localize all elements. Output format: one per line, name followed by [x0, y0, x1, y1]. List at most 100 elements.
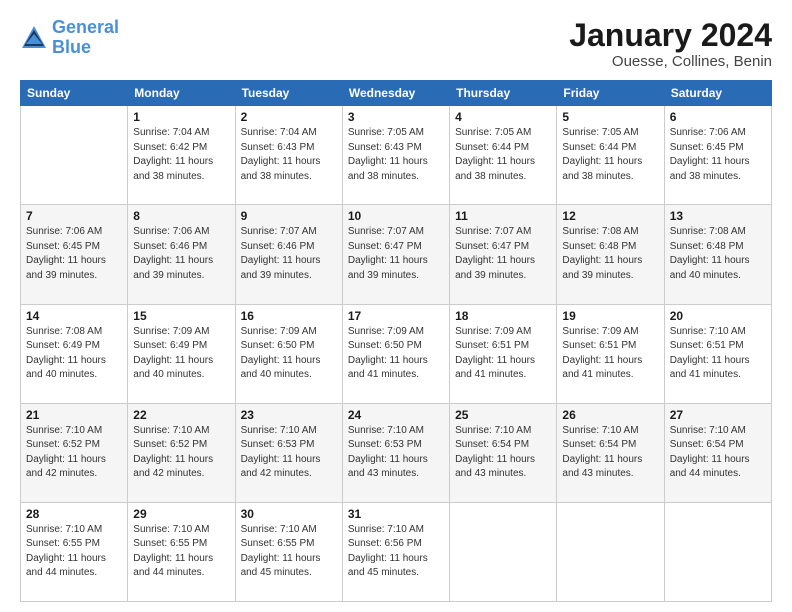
page-title: January 2024 — [569, 18, 772, 53]
sunrise-text: Sunrise: 7:09 AM — [562, 326, 638, 337]
sunset-text: Sunset: 6:55 PM — [133, 538, 207, 549]
sunset-text: Sunset: 6:50 PM — [241, 340, 315, 351]
day-number: 25 — [455, 408, 551, 422]
day-number: 24 — [348, 408, 444, 422]
sunrise-text: Sunrise: 7:10 AM — [348, 425, 424, 436]
sunrise-text: Sunrise: 7:06 AM — [26, 226, 102, 237]
daylight-text: Daylight: 11 hours and 38 minutes. — [348, 156, 428, 182]
daylight-text: Daylight: 11 hours and 39 minutes. — [455, 255, 535, 281]
daylight-text: Daylight: 11 hours and 39 minutes. — [26, 255, 106, 281]
sunrise-text: Sunrise: 7:04 AM — [133, 127, 209, 138]
sunset-text: Sunset: 6:43 PM — [241, 142, 315, 153]
sunrise-text: Sunrise: 7:10 AM — [133, 524, 209, 535]
sunrise-text: Sunrise: 7:09 AM — [241, 326, 317, 337]
calendar-table: Sunday Monday Tuesday Wednesday Thursday… — [20, 80, 772, 602]
daylight-text: Daylight: 11 hours and 40 minutes. — [241, 355, 321, 381]
sunset-text: Sunset: 6:54 PM — [670, 439, 744, 450]
daylight-text: Daylight: 11 hours and 44 minutes. — [670, 454, 750, 480]
sunrise-text: Sunrise: 7:05 AM — [348, 127, 424, 138]
table-row: 19 Sunrise: 7:09 AM Sunset: 6:51 PM Dayl… — [557, 304, 664, 403]
sunrise-text: Sunrise: 7:10 AM — [26, 524, 102, 535]
table-row: 18 Sunrise: 7:09 AM Sunset: 6:51 PM Dayl… — [450, 304, 557, 403]
day-number: 11 — [455, 209, 551, 223]
sunset-text: Sunset: 6:49 PM — [26, 340, 100, 351]
sunrise-text: Sunrise: 7:08 AM — [562, 226, 638, 237]
sunrise-text: Sunrise: 7:06 AM — [670, 127, 746, 138]
sunrise-text: Sunrise: 7:09 AM — [348, 326, 424, 337]
day-number: 8 — [133, 209, 229, 223]
daylight-text: Daylight: 11 hours and 45 minutes. — [348, 553, 428, 579]
sunset-text: Sunset: 6:47 PM — [348, 241, 422, 252]
day-number: 3 — [348, 110, 444, 124]
day-number: 28 — [26, 507, 122, 521]
table-row: 7 Sunrise: 7:06 AM Sunset: 6:45 PM Dayli… — [21, 205, 128, 304]
sunrise-text: Sunrise: 7:05 AM — [562, 127, 638, 138]
day-detail: Sunrise: 7:07 AM Sunset: 6:46 PM Dayligh… — [241, 225, 337, 283]
daylight-text: Daylight: 11 hours and 43 minutes. — [455, 454, 535, 480]
daylight-text: Daylight: 11 hours and 39 minutes. — [348, 255, 428, 281]
day-detail: Sunrise: 7:10 AM Sunset: 6:52 PM Dayligh… — [133, 424, 229, 482]
day-number: 27 — [670, 408, 766, 422]
logo-icon — [20, 24, 48, 52]
day-detail: Sunrise: 7:10 AM Sunset: 6:53 PM Dayligh… — [348, 424, 444, 482]
day-detail: Sunrise: 7:09 AM Sunset: 6:50 PM Dayligh… — [348, 325, 444, 383]
sunrise-text: Sunrise: 7:10 AM — [670, 326, 746, 337]
table-row: 8 Sunrise: 7:06 AM Sunset: 6:46 PM Dayli… — [128, 205, 235, 304]
daylight-text: Daylight: 11 hours and 45 minutes. — [241, 553, 321, 579]
sunset-text: Sunset: 6:48 PM — [562, 241, 636, 252]
sunset-text: Sunset: 6:55 PM — [241, 538, 315, 549]
daylight-text: Daylight: 11 hours and 42 minutes. — [26, 454, 106, 480]
table-row: 4 Sunrise: 7:05 AM Sunset: 6:44 PM Dayli… — [450, 106, 557, 205]
daylight-text: Daylight: 11 hours and 38 minutes. — [455, 156, 535, 182]
sunrise-text: Sunrise: 7:05 AM — [455, 127, 531, 138]
table-row: 2 Sunrise: 7:04 AM Sunset: 6:43 PM Dayli… — [235, 106, 342, 205]
daylight-text: Daylight: 11 hours and 38 minutes. — [133, 156, 213, 182]
day-number: 9 — [241, 209, 337, 223]
table-row — [557, 502, 664, 601]
sunset-text: Sunset: 6:51 PM — [670, 340, 744, 351]
table-row: 15 Sunrise: 7:09 AM Sunset: 6:49 PM Dayl… — [128, 304, 235, 403]
table-row: 16 Sunrise: 7:09 AM Sunset: 6:50 PM Dayl… — [235, 304, 342, 403]
table-row: 9 Sunrise: 7:07 AM Sunset: 6:46 PM Dayli… — [235, 205, 342, 304]
daylight-text: Daylight: 11 hours and 38 minutes. — [241, 156, 321, 182]
day-detail: Sunrise: 7:10 AM Sunset: 6:56 PM Dayligh… — [348, 523, 444, 581]
daylight-text: Daylight: 11 hours and 41 minutes. — [455, 355, 535, 381]
day-detail: Sunrise: 7:04 AM Sunset: 6:43 PM Dayligh… — [241, 126, 337, 184]
sunset-text: Sunset: 6:45 PM — [670, 142, 744, 153]
daylight-text: Daylight: 11 hours and 38 minutes. — [670, 156, 750, 182]
day-number: 18 — [455, 309, 551, 323]
daylight-text: Daylight: 11 hours and 40 minutes. — [26, 355, 106, 381]
day-detail: Sunrise: 7:06 AM Sunset: 6:45 PM Dayligh… — [670, 126, 766, 184]
day-number: 20 — [670, 309, 766, 323]
daylight-text: Daylight: 11 hours and 41 minutes. — [562, 355, 642, 381]
sunset-text: Sunset: 6:48 PM — [670, 241, 744, 252]
logo: General Blue — [20, 18, 119, 58]
day-number: 31 — [348, 507, 444, 521]
table-row: 5 Sunrise: 7:05 AM Sunset: 6:44 PM Dayli… — [557, 106, 664, 205]
day-detail: Sunrise: 7:09 AM Sunset: 6:51 PM Dayligh… — [455, 325, 551, 383]
day-number: 1 — [133, 110, 229, 124]
sunrise-text: Sunrise: 7:09 AM — [455, 326, 531, 337]
sunrise-text: Sunrise: 7:10 AM — [455, 425, 531, 436]
table-row: 31 Sunrise: 7:10 AM Sunset: 6:56 PM Dayl… — [342, 502, 449, 601]
table-row: 30 Sunrise: 7:10 AM Sunset: 6:55 PM Dayl… — [235, 502, 342, 601]
daylight-text: Daylight: 11 hours and 42 minutes. — [241, 454, 321, 480]
sunset-text: Sunset: 6:52 PM — [26, 439, 100, 450]
sunset-text: Sunset: 6:44 PM — [455, 142, 529, 153]
sunset-text: Sunset: 6:47 PM — [455, 241, 529, 252]
table-row: 20 Sunrise: 7:10 AM Sunset: 6:51 PM Dayl… — [664, 304, 771, 403]
day-detail: Sunrise: 7:10 AM Sunset: 6:52 PM Dayligh… — [26, 424, 122, 482]
day-number: 29 — [133, 507, 229, 521]
col-tuesday: Tuesday — [235, 81, 342, 106]
table-row: 21 Sunrise: 7:10 AM Sunset: 6:52 PM Dayl… — [21, 403, 128, 502]
day-detail: Sunrise: 7:10 AM Sunset: 6:54 PM Dayligh… — [562, 424, 658, 482]
day-number: 14 — [26, 309, 122, 323]
sunset-text: Sunset: 6:46 PM — [133, 241, 207, 252]
calendar-week-row: 28 Sunrise: 7:10 AM Sunset: 6:55 PM Dayl… — [21, 502, 772, 601]
sunrise-text: Sunrise: 7:10 AM — [562, 425, 638, 436]
sunset-text: Sunset: 6:53 PM — [348, 439, 422, 450]
page-subtitle: Ouesse, Collines, Benin — [569, 53, 772, 70]
daylight-text: Daylight: 11 hours and 44 minutes. — [26, 553, 106, 579]
table-row: 26 Sunrise: 7:10 AM Sunset: 6:54 PM Dayl… — [557, 403, 664, 502]
day-number: 6 — [670, 110, 766, 124]
